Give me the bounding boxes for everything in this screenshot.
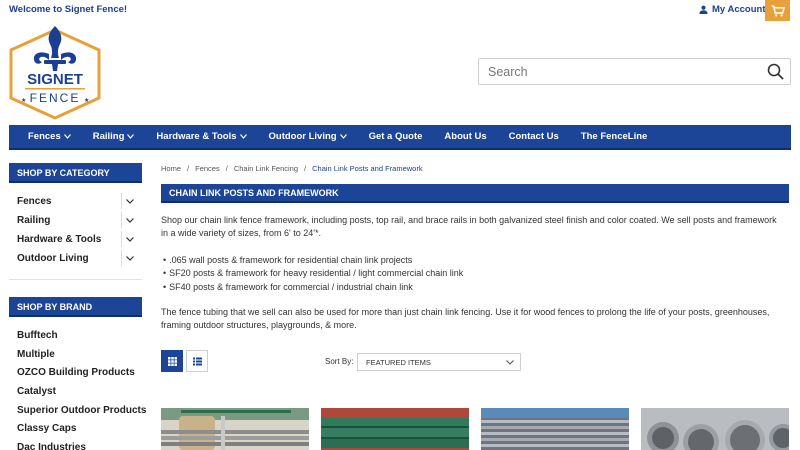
main-nav: Fences Railing Hardware & Tools Outdoor …: [9, 125, 791, 150]
search-input[interactable]: [479, 59, 759, 84]
sidebar-divider: [9, 279, 142, 280]
brand-link[interactable]: Catalyst: [17, 386, 56, 397]
breadcrumb-chain-link-fencing[interactable]: Chain Link Fencing: [234, 164, 298, 173]
cart-icon: [771, 4, 785, 16]
sidebar-item-hardware-tools[interactable]: Hardware & Tools: [17, 231, 135, 249]
breadcrumb-fences[interactable]: Fences: [195, 164, 220, 173]
sort-by-value: FEATURED ITEMS: [366, 358, 431, 367]
chevron-down-icon: [63, 134, 71, 139]
svg-text:FENCE: FENCE: [30, 91, 81, 105]
user-icon: [699, 5, 708, 14]
grid-view-button[interactable]: [161, 350, 183, 372]
sidebar-item-outdoor-living[interactable]: Outdoor Living: [17, 250, 135, 268]
search-icon[interactable]: [767, 63, 784, 80]
list-item: SF40 posts & framework for commercial / …: [163, 281, 463, 294]
list-item: .065 wall posts & framework for resident…: [163, 254, 463, 267]
breadcrumb: Home / Fences / Chain Link Fencing / Cha…: [161, 164, 423, 173]
sort-by-select[interactable]: FEATURED ITEMS: [357, 353, 521, 371]
svg-text:★: ★: [84, 97, 89, 104]
svg-text:★: ★: [21, 97, 26, 104]
nav-railing[interactable]: Railing: [93, 131, 135, 142]
nav-contact-us[interactable]: Contact Us: [509, 131, 559, 142]
category-description: Shop our chain link fence framework, inc…: [161, 215, 777, 238]
chevron-down-icon[interactable]: [121, 212, 137, 228]
list-view-button[interactable]: [186, 350, 208, 372]
brand-link[interactable]: Multiple: [17, 349, 55, 360]
brand-link[interactable]: Superior Outdoor Products: [17, 405, 146, 416]
chevron-down-icon: [506, 360, 514, 365]
nav-fences[interactable]: Fences: [28, 131, 71, 142]
signet-fence-logo[interactable]: SIGNET FENCE ★ ★: [9, 24, 101, 120]
breadcrumb-separator: /: [225, 164, 228, 173]
product-image[interactable]: [481, 408, 629, 450]
product-image[interactable]: [161, 408, 309, 450]
chevron-down-icon: [239, 134, 247, 139]
chevron-down-icon[interactable]: [121, 231, 137, 247]
breadcrumb-current: Chain Link Posts and Framework: [312, 164, 423, 173]
chevron-down-icon[interactable]: [121, 193, 137, 209]
page-title: CHAIN LINK POSTS AND FRAMEWORK: [161, 184, 789, 203]
sidebar-item-fences[interactable]: Fences: [17, 193, 135, 211]
breadcrumb-home[interactable]: Home: [161, 164, 181, 173]
chevron-down-icon: [339, 134, 347, 139]
chevron-down-icon: [127, 134, 135, 139]
grid-icon: [167, 356, 177, 366]
nav-about-us[interactable]: About Us: [444, 131, 486, 142]
product-image[interactable]: [641, 408, 789, 450]
sort-by-label: Sort By:: [325, 357, 354, 366]
sidebar-item-railing[interactable]: Railing: [17, 212, 135, 230]
breadcrumb-separator: /: [304, 164, 307, 173]
my-account-link[interactable]: My Account: [699, 4, 765, 15]
nav-the-fenceline[interactable]: The FenceLine: [581, 131, 648, 142]
list-icon: [192, 357, 202, 365]
shop-by-brand-heading: SHOP BY BRAND: [9, 297, 142, 317]
chevron-down-icon[interactable]: [121, 250, 137, 266]
brand-link[interactable]: Classy Caps: [17, 423, 76, 434]
feature-list: .065 wall posts & framework for resident…: [163, 254, 463, 294]
category-description-secondary: The fence tubing that we sell can also b…: [161, 307, 770, 330]
welcome-message: Welcome to Signet Fence!: [9, 4, 128, 15]
nav-hardware-tools[interactable]: Hardware & Tools: [156, 131, 247, 142]
shop-by-category-heading: SHOP BY CATEGORY: [9, 163, 142, 183]
product-image[interactable]: [321, 408, 469, 450]
list-item: SF20 posts & framework for heavy residen…: [163, 267, 463, 280]
brand-link[interactable]: Dac Industries: [17, 442, 86, 450]
nav-outdoor-living[interactable]: Outdoor Living: [269, 131, 347, 142]
breadcrumb-separator: /: [187, 164, 190, 173]
brand-link[interactable]: Bufftech: [17, 330, 58, 341]
brand-link[interactable]: OZCO Building Products: [17, 367, 135, 378]
cart-button[interactable]: [765, 0, 790, 21]
top-bar: Welcome to Signet Fence! My Account: [0, 0, 800, 21]
search-box: [478, 58, 791, 85]
svg-text:SIGNET: SIGNET: [27, 71, 83, 88]
nav-get-a-quote[interactable]: Get a Quote: [369, 131, 423, 142]
my-account-label: My Account: [712, 4, 766, 15]
